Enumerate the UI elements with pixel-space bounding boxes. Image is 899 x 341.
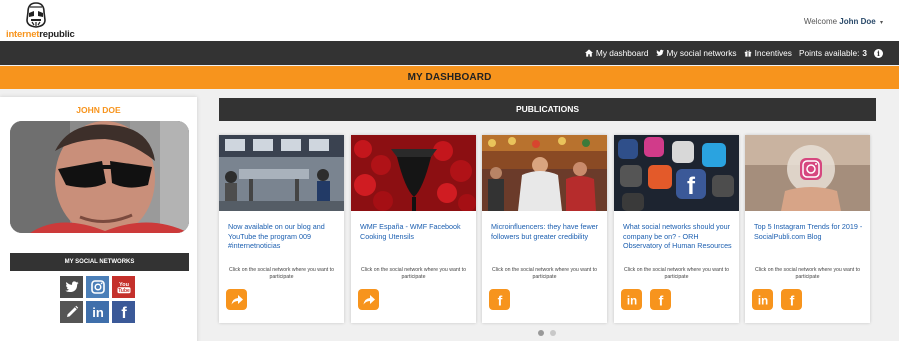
stormtrooper-logo-icon <box>26 2 46 28</box>
points-value: 3 <box>862 48 867 58</box>
svg-text:in: in <box>92 305 104 319</box>
participate-instruction: Click on the social network where you wa… <box>361 267 466 281</box>
logo-wordmark: internetrepublic <box>6 29 75 40</box>
welcome-label: Welcome <box>803 17 838 26</box>
instagram-button[interactable] <box>86 276 109 298</box>
facebook-icon: f <box>789 293 794 307</box>
user-menu[interactable]: Welcome John Doe ▾ <box>804 17 883 26</box>
points-label: Points available: <box>798 48 860 58</box>
pencil-icon <box>66 305 78 317</box>
publication-image: f <box>614 135 739 211</box>
publication-title[interactable]: Microinfluencers: they have fewer follow… <box>491 222 604 241</box>
twitter-button[interactable] <box>60 276 83 298</box>
info-icon[interactable]: i <box>874 48 883 58</box>
my-social-networks-header: MY SOCIAL NETWORKS <box>10 253 189 271</box>
publication-image <box>745 135 870 211</box>
nav-my-dashboard[interactable]: My dashboard <box>584 48 649 58</box>
svg-text:f: f <box>789 293 794 307</box>
facebook-icon: f <box>121 305 127 320</box>
share-button[interactable] <box>226 289 247 310</box>
carousel-pagination <box>538 330 556 336</box>
svg-text:Tube: Tube <box>118 288 130 294</box>
participate-instruction: Click on the social network where you wa… <box>624 267 729 281</box>
share-arrow-icon <box>231 294 243 304</box>
publication-title[interactable]: WMF España - WMF Facebook Cooking Utensi… <box>360 222 473 241</box>
participate-instruction: Click on the social network where you wa… <box>492 267 597 281</box>
facebook-share-button[interactable]: f <box>781 289 802 310</box>
facebook-button[interactable]: f <box>112 301 135 323</box>
social-network-buttons: You Tube in f <box>60 276 142 323</box>
publication-card[interactable]: Microinfluencers: they have fewer follow… <box>482 135 607 323</box>
facebook-share-button[interactable]: f <box>489 289 510 310</box>
carousel-dot-2[interactable] <box>550 330 556 336</box>
svg-text:f: f <box>658 293 663 307</box>
nav-incentives[interactable]: Incentives <box>744 48 792 58</box>
home-icon <box>584 49 593 57</box>
edit-button[interactable] <box>60 301 83 323</box>
facebook-icon: f <box>658 293 663 307</box>
points-available: Points available: 3 <box>799 48 867 58</box>
main-navbar: My dashboard My social networks Incentiv… <box>0 41 899 65</box>
svg-text:f: f <box>497 293 502 307</box>
participate-instruction: Click on the social network where you wa… <box>229 267 334 281</box>
publication-title[interactable]: Top 5 Instagram Trends for 2019 - Social… <box>754 222 867 241</box>
user-name: John Doe <box>839 17 876 26</box>
publications-header: PUBLICATIONS <box>219 98 876 121</box>
linkedin-icon: in <box>757 295 767 306</box>
facebook-share-button[interactable]: f <box>650 289 671 310</box>
publication-image <box>482 135 607 211</box>
youtube-button[interactable]: You Tube <box>112 276 135 298</box>
share-button[interactable] <box>358 289 379 310</box>
instagram-icon <box>90 280 105 294</box>
publication-card[interactable]: Now available on our blog and YouTube th… <box>219 135 344 323</box>
nav-my-dashboard-label: My dashboard <box>595 48 649 58</box>
publication-card[interactable]: WMF España - WMF Facebook Cooking Utensi… <box>351 135 476 323</box>
linkedin-icon: in <box>92 305 104 319</box>
publication-card[interactable]: Top 5 Instagram Trends for 2019 - Social… <box>745 135 870 323</box>
share-arrow-icon <box>363 294 375 304</box>
svg-text:f: f <box>121 305 127 320</box>
publication-card[interactable]: f What social networks should your compa… <box>614 135 739 323</box>
facebook-icon: f <box>497 293 502 307</box>
linkedin-icon: in <box>626 295 636 306</box>
dashboard-title: MY DASHBOARD <box>0 66 899 89</box>
nav-incentives-label: Incentives <box>754 48 792 58</box>
top-bar: internetrepublic Welcome John Doe ▾ <box>0 0 899 41</box>
youtube-icon: YouTube <box>117 282 130 294</box>
carousel-dot-1[interactable] <box>538 330 544 336</box>
gift-icon <box>744 50 751 57</box>
participate-instruction: Click on the social network where you wa… <box>755 267 860 281</box>
chevron-down-icon: ▾ <box>879 20 883 26</box>
site-logo[interactable]: internetrepublic <box>6 2 75 40</box>
profile-name: JOHN DOE <box>76 105 121 115</box>
profile-photo <box>10 121 189 233</box>
linkedin-share-button[interactable]: in <box>621 289 642 310</box>
twitter-icon <box>64 281 79 293</box>
publication-title[interactable]: What social networks should your company… <box>623 222 736 251</box>
linkedin-button[interactable]: in <box>86 301 109 323</box>
publication-image <box>351 135 476 211</box>
twitter-icon <box>655 49 664 56</box>
profile-panel: JOHN DOE MY SOCIAL NETWORKS You Tube in … <box>0 97 197 341</box>
publication-title[interactable]: Now available on our blog and YouTube th… <box>228 222 341 251</box>
svg-text:in: in <box>757 295 767 306</box>
nav-my-social-networks-label: My social networks <box>666 48 737 58</box>
svg-text:in: in <box>626 295 636 306</box>
avatar <box>10 121 189 233</box>
nav-my-social-networks[interactable]: My social networks <box>655 48 737 58</box>
linkedin-share-button[interactable]: in <box>752 289 773 310</box>
svg-text:f: f <box>687 173 696 200</box>
publication-image <box>219 135 344 211</box>
